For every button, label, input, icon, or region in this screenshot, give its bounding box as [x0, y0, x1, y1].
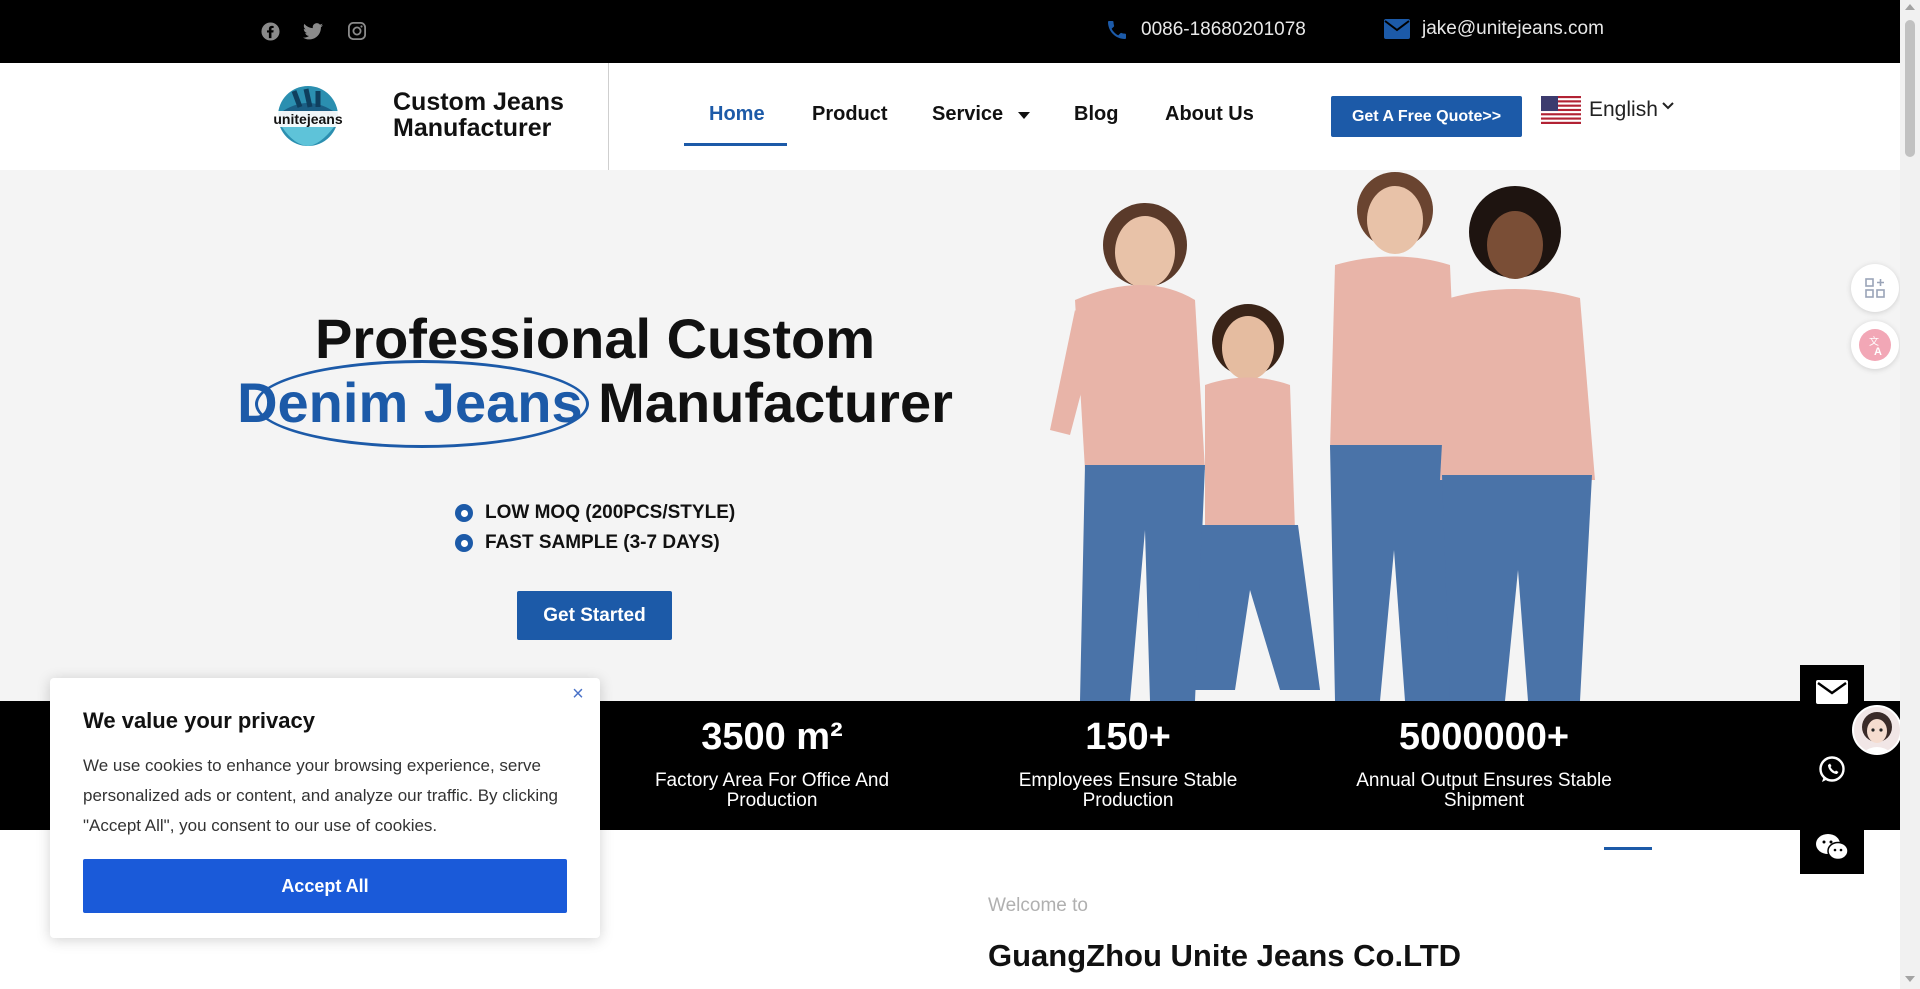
float-whatsapp-button[interactable] [1800, 743, 1864, 797]
phone-contact[interactable]: 0086-18680201078 [1105, 18, 1306, 42]
language-label: English [1589, 98, 1658, 121]
phone-icon [1108, 21, 1126, 39]
us-flag-icon [1541, 96, 1581, 124]
qr-code-tool[interactable] [1851, 264, 1899, 312]
header-divider [608, 63, 609, 170]
scrollbar-thumb[interactable] [1905, 20, 1915, 157]
brand-line-1: Custom Jeans [393, 88, 564, 116]
chevron-down-icon [1662, 102, 1674, 110]
stat-label: Annual Output Ensures Stable Shipment [1356, 770, 1612, 811]
bullet-text: LOW MOQ (200PCS/STYLE) [485, 502, 736, 523]
cookie-description: We use cookies to enhance your browsing … [83, 756, 559, 835]
stat-item: 3500 m² Factory Area For Office And Prod… [617, 711, 927, 811]
active-nav-underline [684, 143, 787, 146]
hero-bullet-list: LOW MOQ (200PCS/STYLE) FAST SAMPLE (3-7 … [455, 498, 735, 558]
stat-item: 5000000+ Annual Output Ensures Stable Sh… [1329, 711, 1639, 811]
scroll-down-arrow-icon[interactable] [1905, 976, 1915, 982]
float-email-button[interactable] [1800, 665, 1864, 719]
stat-value: 3500 m² [701, 716, 843, 758]
whatsapp-icon [1819, 756, 1845, 782]
hero-title-line1: Professional Custom [314, 307, 876, 370]
translate-icon: 文A [1859, 329, 1891, 361]
bullet-dot-icon [455, 534, 473, 552]
translate-tool[interactable]: 文A [1851, 321, 1899, 369]
section-accent-line [1604, 847, 1652, 850]
stat-item: 150+ Employees Ensure Stable Production [973, 711, 1283, 811]
logo-text: unitejeans [273, 111, 342, 127]
envelope-icon [1816, 680, 1848, 704]
nav-about-us[interactable]: About Us [1165, 103, 1254, 126]
stat-label: Factory Area For Office And Production [654, 770, 890, 811]
nav-service-label: Service [932, 103, 1004, 125]
free-quote-button[interactable]: Get A Free Quote>> [1331, 96, 1522, 137]
nav-home[interactable]: Home [709, 103, 765, 126]
main-header: unitejeans Custom Jeans Manufacturer Hom… [0, 63, 1900, 170]
chat-assistant-avatar[interactable] [1852, 705, 1902, 755]
apps-icon [1865, 278, 1885, 298]
company-name: GuangZhou Unite Jeans Co.LTD [988, 938, 1462, 973]
stat-label: Employees Ensure Stable Production [1018, 770, 1238, 811]
wechat-icon [1816, 834, 1849, 861]
highlight-ellipse [255, 360, 589, 448]
hero-models-image [1050, 172, 1595, 701]
brand-line-2: Manufacturer [393, 114, 552, 142]
language-selector[interactable]: English [1541, 96, 1674, 124]
top-bar: 0086-18680201078 jake@unitejeans.com [0, 0, 1900, 63]
brand-name: Custom Jeans Manufacturer [393, 89, 593, 141]
svg-text:A: A [1874, 346, 1882, 358]
hero-bullet: FAST SAMPLE (3-7 DAYS) [455, 528, 735, 558]
close-icon[interactable]: × [568, 684, 588, 704]
caret-down-icon [1017, 111, 1030, 119]
stat-value: 5000000+ [1398, 716, 1570, 758]
hero-section: Professional Custom Denim Jeans Manufact… [0, 170, 1900, 701]
facebook-icon[interactable] [259, 20, 281, 42]
phone-number: 0086-18680201078 [1141, 19, 1306, 40]
welcome-label: Welcome to [988, 895, 1088, 916]
site-logo[interactable]: unitejeans [270, 83, 346, 149]
nav-service[interactable]: Service [932, 103, 1031, 126]
nav-product[interactable]: Product [812, 103, 888, 126]
scroll-up-arrow-icon[interactable] [1905, 4, 1915, 10]
twitter-icon[interactable] [302, 20, 324, 42]
hero-bullet: LOW MOQ (200PCS/STYLE) [455, 498, 735, 528]
envelope-icon [1384, 19, 1410, 39]
nav-blog[interactable]: Blog [1074, 103, 1118, 126]
accept-all-button[interactable]: Accept All [83, 859, 567, 913]
hero-title-rest: Manufacturer [598, 371, 953, 434]
stat-value: 150+ [1085, 716, 1171, 758]
bullet-dot-icon [455, 504, 473, 522]
email-contact[interactable]: jake@unitejeans.com [1384, 18, 1604, 40]
float-wechat-button[interactable] [1800, 820, 1864, 874]
cookie-title: We value your privacy [83, 708, 315, 733]
cookie-consent-banner: × We value your privacy We use cookies t… [50, 678, 600, 938]
bullet-text: FAST SAMPLE (3-7 DAYS) [485, 532, 720, 553]
email-address: jake@unitejeans.com [1422, 18, 1604, 39]
get-started-button[interactable]: Get Started [517, 591, 672, 640]
instagram-icon[interactable] [346, 20, 368, 42]
